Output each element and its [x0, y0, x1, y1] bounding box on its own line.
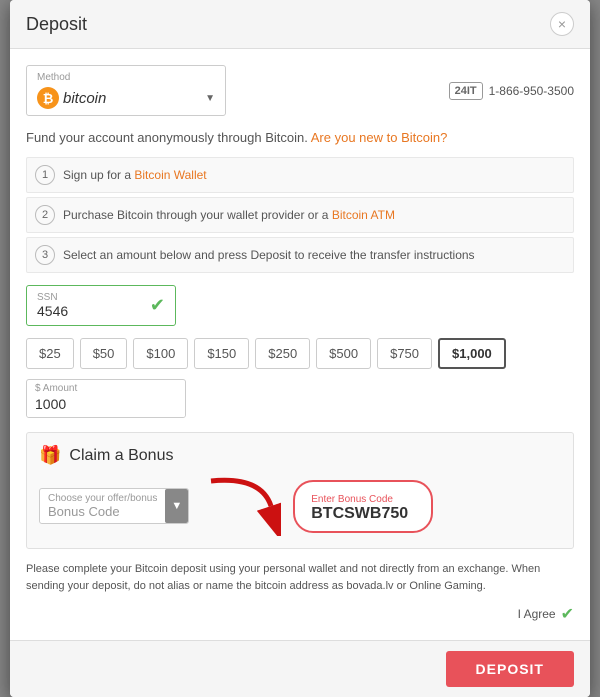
modal-footer: DEPOSIT: [10, 640, 590, 697]
step-row-2: 2 Purchase Bitcoin through your wallet p…: [26, 197, 574, 233]
step-row-3: 3 Select an amount below and press Depos…: [26, 237, 574, 273]
amount-150[interactable]: $150: [194, 338, 249, 369]
red-arrow-icon: [201, 476, 281, 536]
amount-input-field[interactable]: [27, 394, 185, 417]
amount-25[interactable]: $25: [26, 338, 74, 369]
modal-title: Deposit: [26, 14, 87, 35]
amount-buttons: $25 $50 $100 $150 $250 $500 $750 $1,000: [26, 338, 574, 369]
agree-label: I Agree: [518, 607, 556, 621]
support-info: 24IT 1-866-950-3500: [449, 82, 574, 100]
disclaimer-text: Please complete your Bitcoin deposit usi…: [26, 561, 574, 594]
support-phone: 1-866-950-3500: [489, 84, 574, 98]
method-row: Method ₿ bitcoin ▼ 24IT 1-866-950-3500: [26, 65, 574, 116]
step-num-1: 1: [35, 165, 55, 185]
bonus-title: Claim a Bonus: [69, 447, 173, 465]
bonus-section: 🎁 Claim a Bonus Choose your offer/bonus …: [26, 432, 574, 549]
ssn-label: SSN: [37, 292, 68, 303]
step-row-1: 1 Sign up for a Bitcoin Wallet: [26, 157, 574, 193]
bitcoin-text-label: bitcoin: [63, 90, 106, 107]
amount-50[interactable]: $50: [80, 338, 128, 369]
bonus-inputs-row: Choose your offer/bonus Bonus Code ▼: [39, 476, 561, 536]
modal-body: Method ₿ bitcoin ▼ 24IT 1-866-950-3500 F…: [10, 49, 590, 640]
ssn-value: 4546: [37, 303, 68, 319]
method-content: ₿ bitcoin ▼: [37, 87, 215, 109]
step-num-3: 3: [35, 245, 55, 265]
offer-label: Choose your offer/bonus: [48, 493, 157, 504]
amount-750[interactable]: $750: [377, 338, 432, 369]
steps-section: 1 Sign up for a Bitcoin Wallet 2 Purchas…: [26, 157, 574, 273]
step-num-2: 2: [35, 205, 55, 225]
amount-500[interactable]: $500: [316, 338, 371, 369]
bonus-title-row: 🎁 Claim a Bonus: [39, 445, 561, 466]
close-button[interactable]: ×: [550, 12, 574, 36]
amount-250[interactable]: $250: [255, 338, 310, 369]
agree-row: I Agree ✔: [26, 604, 574, 624]
offer-dropdown-arrow[interactable]: ▼: [165, 489, 188, 523]
step-3-text: Select an amount below and press Deposit…: [63, 248, 475, 262]
ssn-row: SSN 4546 ✔: [26, 285, 574, 326]
intro-text: Fund your account anonymously through Bi…: [26, 130, 574, 145]
ssn-input-box[interactable]: SSN 4546 ✔: [26, 285, 176, 326]
method-selector[interactable]: Method ₿ bitcoin ▼: [26, 65, 226, 116]
agree-check-icon: ✔: [561, 604, 574, 624]
method-label: Method: [37, 72, 215, 83]
ssn-check-icon: ✔: [150, 295, 165, 316]
bonus-code-label: Enter Bonus Code: [311, 494, 393, 505]
amount-input-label: $ Amount: [27, 380, 185, 394]
amount-100[interactable]: $100: [133, 338, 188, 369]
deposit-button[interactable]: DEPOSIT: [446, 651, 574, 687]
bitcoin-atm-link[interactable]: Bitcoin ATM: [332, 208, 395, 222]
new-to-bitcoin-link[interactable]: Are you new to Bitcoin?: [311, 130, 448, 145]
bitcoin-wallet-link[interactable]: Bitcoin Wallet: [134, 168, 206, 182]
offer-selector[interactable]: Choose your offer/bonus Bonus Code ▼: [39, 488, 189, 524]
method-dropdown-arrow[interactable]: ▼: [205, 93, 215, 104]
amount-input-row: $ Amount: [26, 379, 574, 418]
offer-value: Bonus Code: [48, 504, 120, 519]
support-badge: 24IT: [449, 82, 483, 100]
bonus-code-box[interactable]: Enter Bonus Code BTCSWB750: [293, 480, 433, 533]
modal-header: Deposit ×: [10, 0, 590, 49]
bonus-code-value: BTCSWB750: [311, 505, 415, 523]
amount-1000[interactable]: $1,000: [438, 338, 506, 369]
deposit-modal: Deposit × Method ₿ bitcoin ▼ 24IT 1-866-…: [10, 0, 590, 697]
gift-icon: 🎁: [39, 445, 61, 466]
amount-input-box: $ Amount: [26, 379, 186, 418]
bitcoin-icon: ₿: [37, 87, 59, 109]
bitcoin-logo: ₿ bitcoin: [37, 87, 106, 109]
